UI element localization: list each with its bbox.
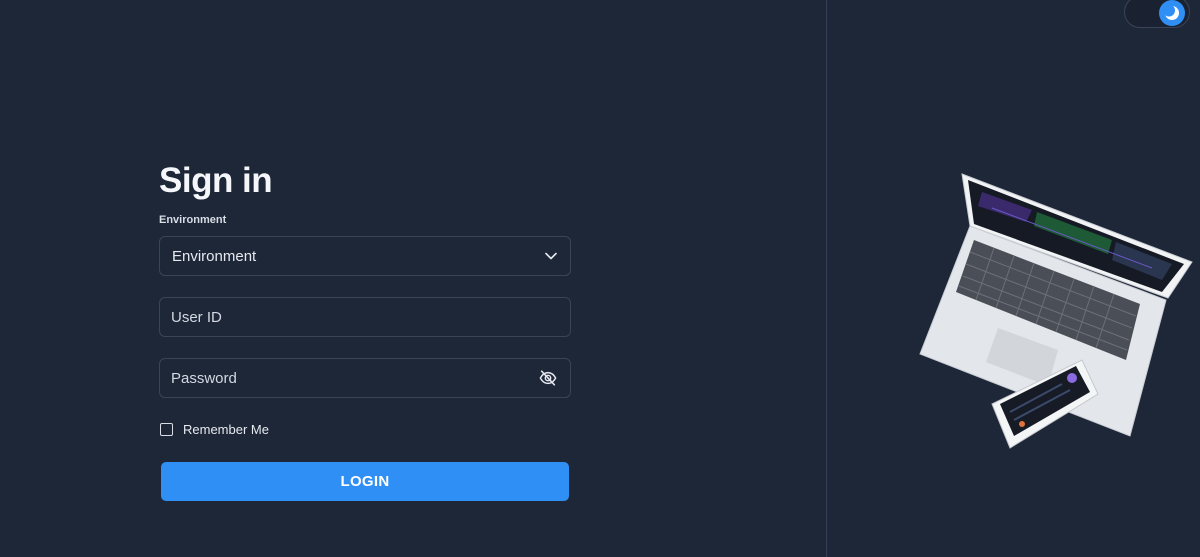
environment-label: Environment: [159, 214, 227, 226]
login-page: Sign in Environment Environment Reme: [0, 0, 1200, 557]
toggle-password-visibility[interactable]: [537, 367, 559, 389]
signin-form: Sign in Environment Environment Reme: [159, 160, 571, 501]
remember-me-checkbox[interactable]: [160, 423, 173, 436]
chevron-down-icon: [545, 252, 557, 260]
eye-off-icon: [539, 370, 557, 386]
remember-me: Remember Me: [160, 422, 269, 437]
panel-divider: [826, 0, 827, 557]
moon-icon: [1163, 4, 1179, 20]
page-title: Sign in: [159, 161, 273, 200]
password-input[interactable]: [171, 369, 537, 387]
login-button[interactable]: LOGIN: [161, 462, 569, 501]
environment-select-value: Environment: [172, 247, 257, 265]
toggle-knob: [1159, 0, 1185, 26]
theme-toggle[interactable]: [1124, 0, 1190, 28]
userid-input[interactable]: [171, 308, 559, 326]
laptop-phone-illustration: [919, 173, 1193, 449]
environment-select[interactable]: Environment: [159, 236, 571, 276]
password-field-wrapper: [159, 358, 571, 398]
remember-me-label[interactable]: Remember Me: [183, 422, 269, 437]
userid-field-wrapper: [159, 297, 571, 337]
